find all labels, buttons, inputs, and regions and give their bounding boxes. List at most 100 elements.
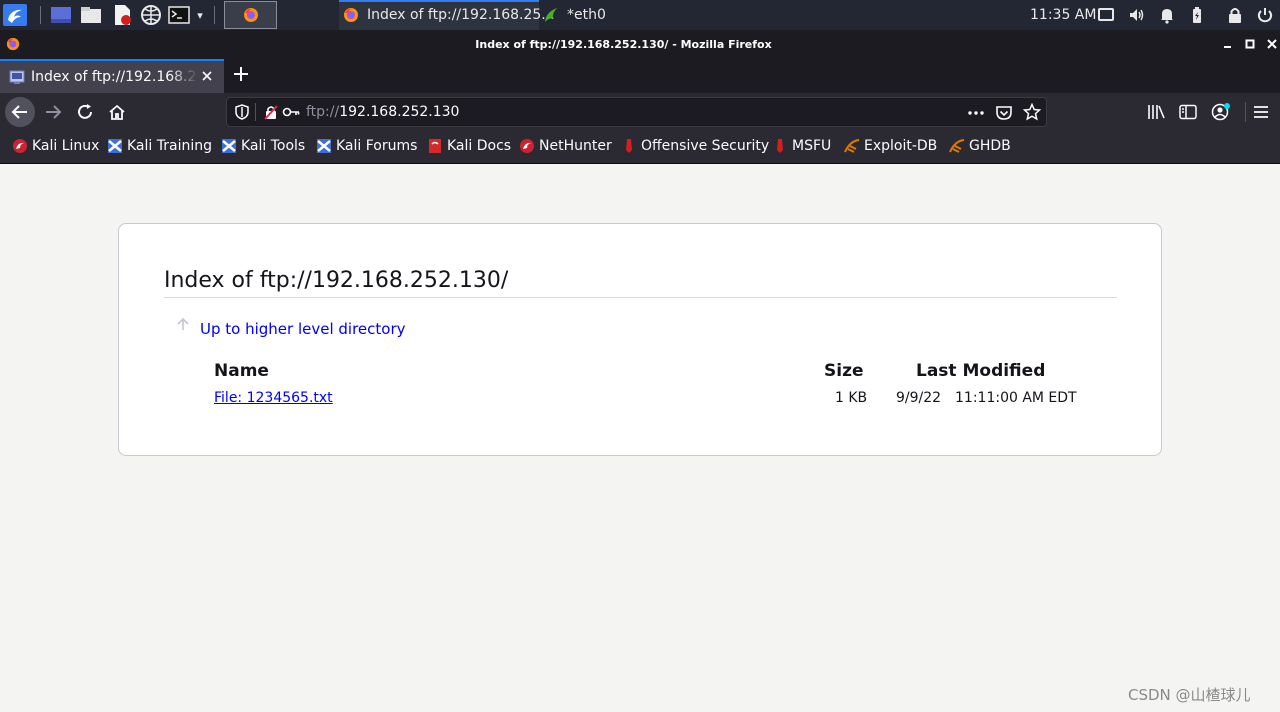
taskbar-task-wireshark[interactable]: *eth0 [543,0,606,30]
bookmark-ghdb[interactable]: GHDB [949,138,1011,154]
page-content: Index of ftp://192.168.252.130/ Up to hi… [0,164,1280,712]
watermark: CSDN @山楂球儿 [1128,686,1251,704]
more-actions-icon[interactable] [967,105,985,121]
taskbar-task-label: *eth0 [567,7,606,23]
kali-forums-icon [317,139,331,153]
insecure-lock-icon[interactable] [263,104,279,120]
chevron-down-icon[interactable]: ▾ [193,4,207,26]
notifications-bell-icon[interactable] [1158,6,1176,24]
taskbar-task-firefox[interactable]: Index of ftp://192.168.25... [343,0,555,30]
back-button[interactable] [5,97,35,127]
page-title: Index of ftp://192.168.252.130/ [164,268,1117,298]
bookmark-star-icon[interactable] [1023,103,1041,121]
sidebar-icon[interactable] [1179,104,1197,120]
close-window-button[interactable] [1265,37,1279,51]
bookmark-kali-forums[interactable]: Kali Forums [316,138,417,154]
battery-icon[interactable] [1188,6,1206,24]
arrow-left-icon [11,105,27,119]
kali-docs-icon [429,139,441,153]
hamburger-menu-icon[interactable] [1253,104,1269,120]
kali-training-icon [108,139,122,153]
tab-strip: Index of ftp://192.168.252.130/ [0,59,1280,93]
bookmark-label: Offensive Security [641,138,770,154]
bookmark-nethunter[interactable]: NetHunter [519,138,612,154]
bookmark-kali-linux[interactable]: Kali Linux [12,138,99,154]
firefox-icon [344,8,358,22]
display-icon[interactable] [1097,6,1115,24]
firefox-icon [243,8,258,22]
navigation-toolbar: ftp://192.168.252.130 [0,93,1280,131]
bookmark-kali-tools[interactable]: Kali Tools [221,138,305,154]
maximize-icon [1245,39,1255,49]
window-title: Index of ftp://192.168.252.130/ - Mozill… [475,38,772,51]
key-icon[interactable] [282,105,300,119]
terminal-icon[interactable] [167,4,191,26]
tab-active[interactable]: Index of ftp://192.168.252.130/ [0,59,224,93]
tracking-shield-icon[interactable] [234,104,250,120]
show-desktop-icon[interactable] [49,4,73,26]
column-header-last-modified[interactable]: Last Modified [916,361,1045,381]
power-icon[interactable] [1256,6,1274,24]
url-text[interactable]: ftp://192.168.252.130 [306,104,459,120]
web-browser-icon[interactable] [139,4,163,26]
bookmark-label: Kali Linux [32,138,100,154]
forward-button[interactable] [38,97,68,127]
bookmark-msfu[interactable]: MSFU [772,138,831,154]
kali-menu-icon[interactable] [2,4,28,26]
parent-directory-link[interactable]: Up to higher level directory [200,320,406,338]
bookmark-label: Kali Tools [241,138,306,154]
file-manager-icon[interactable] [79,4,103,26]
bookmark-label: Exploit-DB [864,138,938,154]
window-titlebar: Index of ftp://192.168.252.130/ - Mozill… [0,30,1280,59]
url-protocol: ftp:// [306,104,340,120]
kali-tools-icon [222,139,236,153]
bookmark-label: Kali Forums [336,138,418,154]
arrow-up-icon [177,317,189,330]
system-taskbar: ▾ Index of ftp://192.168.25... *eth0 11:… [0,0,1280,30]
reload-icon [78,104,92,119]
close-tab-button[interactable] [199,68,215,84]
arrow-right-icon [46,105,62,119]
bookmark-exploit-db[interactable]: Exploit-DB [844,138,937,154]
home-icon [109,104,125,120]
volume-icon[interactable] [1128,6,1146,24]
account-icon[interactable] [1211,102,1231,122]
workspace-button[interactable] [224,1,277,29]
url-bar[interactable]: ftp://192.168.252.130 [226,97,1047,127]
maximize-button[interactable] [1243,37,1257,51]
bookmark-kali-training[interactable]: Kali Training [107,138,212,154]
text-editor-icon[interactable] [110,4,134,26]
page-favicon-icon [9,70,25,84]
msfu-icon [777,139,783,153]
close-icon [202,71,212,81]
new-tab-button[interactable] [230,64,252,86]
file-link[interactable]: File: 1234565.txt [214,390,333,406]
file-size: 1 KB [835,390,868,406]
reload-button[interactable] [70,97,100,127]
ghdb-icon [949,139,965,153]
clock[interactable]: 11:35 AM [1030,7,1096,23]
taskbar-separator [40,6,41,24]
bookmark-label: NetHunter [539,138,612,154]
tab-title-fade [170,63,198,91]
directory-listing-card: Index of ftp://192.168.252.130/ Up to hi… [118,223,1162,456]
minimize-icon [1224,46,1231,48]
bookmark-label: Kali Training [127,138,212,154]
file-date: 9/9/22 [896,390,942,406]
plus-icon [234,67,248,81]
file-time: 11:11:00 AM EDT [955,390,1077,406]
bookmark-kali-docs[interactable]: Kali Docs [427,138,511,154]
home-button[interactable] [102,97,132,127]
wireshark-icon [545,8,557,22]
column-header-size[interactable]: Size [824,361,864,381]
minimize-button[interactable] [1221,37,1235,51]
column-header-name[interactable]: Name [214,361,269,381]
offsec-icon [626,139,632,153]
library-icon[interactable] [1147,104,1165,120]
bookmark-offensive-security[interactable]: Offensive Security [621,138,769,154]
pocket-icon[interactable] [995,104,1013,122]
toolbar-separator [1245,102,1246,122]
bookmarks-toolbar: Kali Linux Kali Training Kali Tools Kali… [0,131,1280,164]
bookmark-label: MSFU [792,138,832,154]
lock-icon[interactable] [1226,6,1244,24]
